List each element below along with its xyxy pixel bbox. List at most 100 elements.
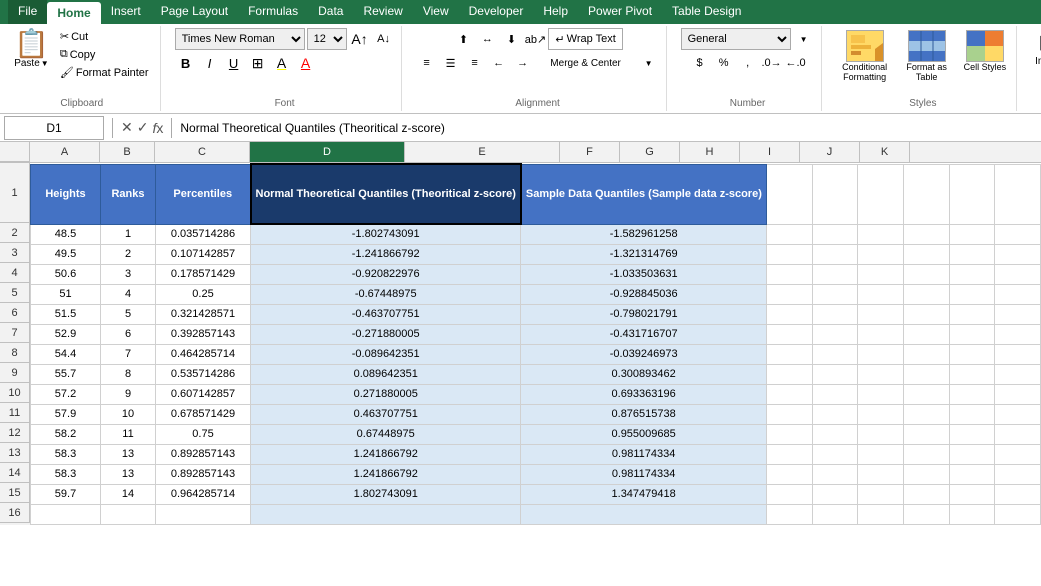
cell-3-A[interactable]: 49.5 xyxy=(31,244,101,264)
cell-10-D[interactable]: 0.271880005 xyxy=(251,384,521,404)
format-painter-button[interactable]: 🖌 Format Painter xyxy=(55,64,154,81)
cell-2-D[interactable]: -1.802743091 xyxy=(251,224,521,244)
align-top-button[interactable]: ⬆ xyxy=(452,28,474,50)
cell-16-I[interactable] xyxy=(903,504,949,524)
row-header-3[interactable]: 3 xyxy=(0,243,30,263)
increase-decimal-button[interactable]: ←.0 xyxy=(785,52,807,74)
cell-8-I[interactable] xyxy=(903,344,949,364)
tab-file[interactable]: File xyxy=(8,0,47,24)
cell-14-B[interactable]: 13 xyxy=(101,464,156,484)
cell-14-A[interactable]: 58.3 xyxy=(31,464,101,484)
cell-10-J[interactable] xyxy=(949,384,995,404)
cell-15-D[interactable]: 1.802743091 xyxy=(251,484,521,504)
cell-13-D[interactable]: 1.241866792 xyxy=(251,444,521,464)
cell-2-J[interactable] xyxy=(949,224,995,244)
cell-13-B[interactable]: 13 xyxy=(101,444,156,464)
cell-13-E[interactable]: 0.981174334 xyxy=(521,444,766,464)
cell-5-H[interactable] xyxy=(858,284,904,304)
cell-12-I[interactable] xyxy=(903,424,949,444)
row-header-2[interactable]: 2 xyxy=(0,223,30,243)
cell-2-A[interactable]: 48.5 xyxy=(31,224,101,244)
cell-styles-button[interactable]: Cell Styles xyxy=(960,28,1011,74)
cell-15-E[interactable]: 1.347479418 xyxy=(521,484,766,504)
col-header-k[interactable]: K xyxy=(860,142,910,162)
cell-2-F[interactable] xyxy=(766,224,812,244)
col-header-f[interactable]: F xyxy=(560,142,620,162)
tab-formulas[interactable]: Formulas xyxy=(238,0,308,24)
cell-9-D[interactable]: 0.089642351 xyxy=(251,364,521,384)
cell-3-D[interactable]: -1.241866792 xyxy=(251,244,521,264)
row-header-12[interactable]: 12 xyxy=(0,423,30,443)
cell-6-C[interactable]: 0.321428571 xyxy=(156,304,251,324)
cell-2-C[interactable]: 0.035714286 xyxy=(156,224,251,244)
cell-10-H[interactable] xyxy=(858,384,904,404)
cell-13-H[interactable] xyxy=(858,444,904,464)
cell-10-I[interactable] xyxy=(903,384,949,404)
increase-font-button[interactable]: A↑ xyxy=(349,28,371,50)
cell-16-C[interactable] xyxy=(156,504,251,524)
cell-16-A[interactable] xyxy=(31,504,101,524)
font-name-select[interactable]: Times New Roman xyxy=(175,28,305,50)
cell-3-F[interactable] xyxy=(766,244,812,264)
align-left-button[interactable]: ≡ xyxy=(416,52,438,74)
cell-2-E[interactable]: -1.582961258 xyxy=(521,224,766,244)
cell-3-I[interactable] xyxy=(903,244,949,264)
italic-button[interactable]: I xyxy=(199,52,221,74)
cell-14-I[interactable] xyxy=(903,464,949,484)
cell-9-H[interactable] xyxy=(858,364,904,384)
cell-8-E[interactable]: -0.039246973 xyxy=(521,344,766,364)
col-header-b[interactable]: B xyxy=(100,142,155,162)
col-header-g[interactable]: G xyxy=(620,142,680,162)
cell-7-I[interactable] xyxy=(903,324,949,344)
cell-9-A[interactable]: 55.7 xyxy=(31,364,101,384)
cell-5-D[interactable]: -0.67448975 xyxy=(251,284,521,304)
cell-4-J[interactable] xyxy=(949,264,995,284)
font-color-button[interactable]: A xyxy=(295,52,317,74)
cell-9-F[interactable] xyxy=(766,364,812,384)
cell-3-G[interactable] xyxy=(812,244,858,264)
cell-8-C[interactable]: 0.464285714 xyxy=(156,344,251,364)
cell-11-A[interactable]: 57.9 xyxy=(31,404,101,424)
cell-10-C[interactable]: 0.607142857 xyxy=(156,384,251,404)
decrease-decimal-button[interactable]: .0→ xyxy=(761,52,783,74)
row-header-8[interactable]: 8 xyxy=(0,343,30,363)
row-header-5[interactable]: 5 xyxy=(0,283,30,303)
cell-4-G[interactable] xyxy=(812,264,858,284)
row-header-9[interactable]: 9 xyxy=(0,363,30,383)
cell-16-E[interactable] xyxy=(521,504,766,524)
conditional-formatting-button[interactable]: Conditional Formatting xyxy=(836,28,894,84)
cell-7-F[interactable] xyxy=(766,324,812,344)
fill-color-button[interactable]: A xyxy=(271,52,293,74)
cell-7-A[interactable]: 52.9 xyxy=(31,324,101,344)
cell-8-G[interactable] xyxy=(812,344,858,364)
cell-2-I[interactable] xyxy=(903,224,949,244)
row-header-16[interactable]: 16 xyxy=(0,503,30,523)
cell-10-A[interactable]: 57.2 xyxy=(31,384,101,404)
name-box[interactable] xyxy=(4,116,104,140)
cell-11-D[interactable]: 0.463707751 xyxy=(251,404,521,424)
col-header-j[interactable]: J xyxy=(800,142,860,162)
cell-10-F[interactable] xyxy=(766,384,812,404)
cell-16-F[interactable] xyxy=(766,504,812,524)
percent-button[interactable]: % xyxy=(713,52,735,74)
copy-button[interactable]: ⧉ Copy xyxy=(55,46,154,63)
cell-8-J[interactable] xyxy=(949,344,995,364)
cell-14-F[interactable] xyxy=(766,464,812,484)
border-button[interactable]: ⊞ xyxy=(247,52,269,74)
cell-14-J[interactable] xyxy=(949,464,995,484)
number-format-select[interactable]: General xyxy=(681,28,791,50)
cell-4-H[interactable] xyxy=(858,264,904,284)
cell-6-K[interactable] xyxy=(995,304,1041,324)
cell-12-K[interactable] xyxy=(995,424,1041,444)
cell-11-E[interactable]: 0.876515738 xyxy=(521,404,766,424)
cell-2-K[interactable] xyxy=(995,224,1041,244)
cell-14-D[interactable]: 1.241866792 xyxy=(251,464,521,484)
cell-9-B[interactable]: 8 xyxy=(101,364,156,384)
cell-7-J[interactable] xyxy=(949,324,995,344)
cell-14-E[interactable]: 0.981174334 xyxy=(521,464,766,484)
cell-5-E[interactable]: -0.928845036 xyxy=(521,284,766,304)
cell-11-B[interactable]: 10 xyxy=(101,404,156,424)
cell-5-A[interactable]: 51 xyxy=(31,284,101,304)
insert-function-button[interactable]: fx xyxy=(152,120,163,136)
cell-9-E[interactable]: 0.300893462 xyxy=(521,364,766,384)
